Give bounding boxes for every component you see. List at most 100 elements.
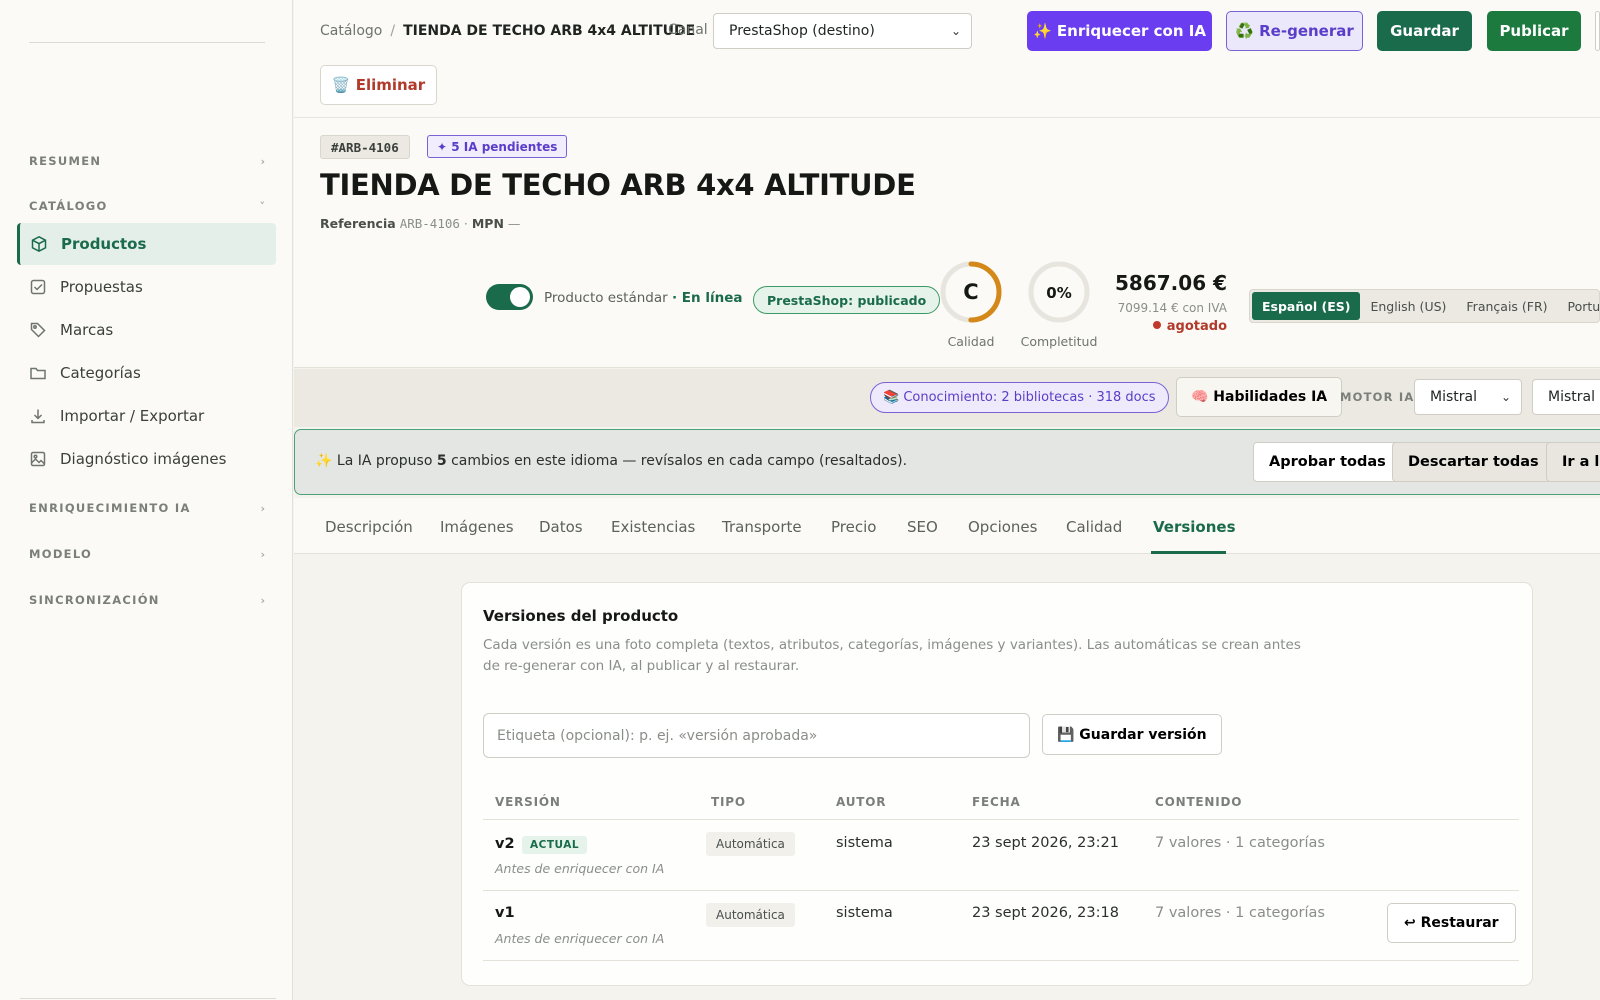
save-button[interactable]: Guardar (1377, 11, 1472, 51)
banner-prefix: La IA propuso (336, 453, 433, 469)
tab-transporte[interactable]: Transporte (722, 518, 802, 536)
regenerate-button[interactable]: ♻️ Re-generar (1226, 11, 1363, 51)
language-tab-en[interactable]: English (US) (1360, 292, 1456, 320)
restore-version-button[interactable]: ↩ Restaurar (1387, 903, 1516, 943)
tab-datos[interactable]: Datos (539, 518, 583, 536)
discard-all-button[interactable]: Descartar todas (1392, 442, 1555, 482)
approve-all-button[interactable]: Aprobar todas (1253, 442, 1402, 482)
version-date: 23 sept 2026, 23:18 (972, 905, 1119, 921)
go-to-button[interactable]: Ir a la (1546, 442, 1600, 482)
more-actions-button[interactable] (1595, 11, 1600, 51)
save-version-button[interactable]: 💾 Guardar versión (1042, 714, 1222, 755)
breadcrumb-root-link[interactable]: Catálogo (320, 23, 382, 39)
ia-pending-badge[interactable]: ✦ 5 IA pendientes (427, 135, 568, 158)
tab-precio[interactable]: Precio (831, 518, 876, 536)
sidebar-section-enriquecimiento-ia[interactable]: ENRIQUECIMIENTO IA › (29, 499, 265, 517)
active-tab-indicator (1151, 551, 1226, 554)
tab-existencias[interactable]: Existencias (611, 518, 695, 536)
section-label: ENRIQUECIMIENTO IA (29, 501, 191, 515)
chevron-down-icon: ˅ (259, 199, 266, 213)
current-version-badge: ACTUAL (522, 836, 588, 854)
sidebar-item-propuestas[interactable]: Propuestas (17, 266, 276, 308)
reference-label: Referencia (320, 216, 396, 231)
product-status-label: Producto estándar · En línea (544, 290, 742, 306)
image-icon (29, 450, 47, 468)
sidebar-section-resumen[interactable]: RESUMEN › (29, 152, 265, 170)
table-divider (483, 890, 1519, 891)
model-select[interactable]: Mistral L (1532, 379, 1600, 415)
sidebar-section-catalogo[interactable]: CATÁLOGO ˅ (29, 197, 265, 215)
sidebar-item-diagnostico-imagenes[interactable]: Diagnóstico imágenes (17, 438, 276, 480)
table-divider (483, 960, 1519, 961)
canal-label: Canal (668, 22, 708, 38)
sidebar-item-categorias[interactable]: Categorías (17, 352, 276, 394)
version-number: v1 (495, 905, 515, 921)
sparkles-icon: ✨ (315, 453, 333, 469)
channel-status-badge: PrestaShop: publicado (753, 286, 941, 314)
completeness-label: Completitud (1020, 334, 1098, 349)
price: 5867.06 € (1115, 271, 1227, 295)
version-type-badge: Automática (706, 903, 795, 927)
mpn-value: — (507, 216, 521, 231)
meta-separator: · (463, 216, 468, 231)
sidebar-item-marcas[interactable]: Marcas (17, 309, 276, 351)
tab-versiones[interactable]: Versiones (1153, 518, 1236, 536)
quality-grade: C (963, 280, 978, 304)
sidebar-item-label: Categorías (60, 364, 141, 382)
chevron-right-icon: › (260, 547, 265, 561)
mpn-label: MPN (471, 216, 504, 231)
enrich-ai-button[interactable]: ✨ Enriquecer con IA (1027, 11, 1212, 51)
sidebar-item-label: Marcas (60, 321, 114, 339)
product-header: #ARB-4106 ✦ 5 IA pendientes TIENDA DE TE… (294, 118, 1600, 368)
motor-ia-select[interactable]: Mistral ⌄ (1414, 379, 1522, 415)
price-with-tax: 7099.14 € con IVA (1117, 301, 1227, 315)
tab-imagenes[interactable]: Imágenes (440, 518, 514, 536)
sidebar-item-productos[interactable]: Productos (17, 223, 276, 265)
publish-button[interactable]: Publicar (1487, 11, 1581, 51)
quality-gauge: C (940, 261, 1002, 323)
versions-title: Versiones del producto (483, 607, 679, 625)
version-author: sistema (836, 835, 893, 851)
sidebar-item-label: Diagnóstico imágenes (60, 450, 227, 468)
tab-calidad[interactable]: Calidad (1066, 518, 1122, 536)
canal-select[interactable]: PrestaShop (destino) ⌄ (713, 13, 972, 49)
section-label: SINCRONIZACIÓN (29, 593, 160, 607)
folder-icon (29, 364, 47, 382)
sidebar-item-importar-exportar[interactable]: Importar / Exportar (17, 395, 276, 437)
version-label-input[interactable] (483, 713, 1030, 758)
section-label: CATÁLOGO (29, 199, 108, 213)
online-toggle[interactable] (486, 284, 533, 310)
sidebar-section-sincronizacion[interactable]: SINCRONIZACIÓN › (29, 591, 265, 609)
versions-card: Versiones del producto Cada versión es u… (461, 582, 1533, 986)
product-reference: Referencia ARB-4106 · MPN — (320, 216, 520, 231)
language-tab-pt[interactable]: Portu (1558, 292, 1599, 320)
download-icon (29, 407, 47, 425)
sidebar-item-label: Importar / Exportar (60, 407, 205, 425)
tab-seo[interactable]: SEO (907, 518, 938, 536)
sidebar-section-modelo[interactable]: MODELO › (29, 545, 265, 563)
ai-skills-button[interactable]: 🧠 Habilidades IA (1176, 377, 1343, 417)
section-label: RESUMEN (29, 154, 102, 168)
sidebar-divider (29, 42, 265, 43)
chevron-right-icon: › (260, 593, 265, 607)
delete-button[interactable]: 🗑️ Eliminar (320, 65, 437, 105)
tab-opciones[interactable]: Opciones (968, 518, 1037, 536)
stock-status-text: agotado (1166, 319, 1227, 334)
column-header-contenido: CONTENIDO (1155, 795, 1243, 809)
product-type: Producto estándar (544, 290, 668, 306)
stock-dot-icon (1152, 321, 1161, 329)
column-header-autor: AUTOR (836, 795, 887, 809)
version-number: v2 (495, 836, 515, 852)
tab-descripcion[interactable]: Descripción (325, 518, 413, 536)
version-author: sistema (836, 905, 893, 921)
language-tab-es[interactable]: Español (ES) (1252, 292, 1361, 320)
table-divider (483, 819, 1519, 820)
banner-message: ✨ La IA propuso 5 cambios en este idioma… (315, 453, 907, 469)
sku-badge: #ARB-4106 (320, 135, 410, 159)
language-tab-fr[interactable]: Français (FR) (1456, 292, 1557, 320)
banner-suffix: cambios en este idioma — revísalos en ca… (451, 453, 908, 469)
chevron-down-icon: ⌄ (1500, 390, 1511, 404)
main-content: Catálogo / TIENDA DE TECHO ARB 4x4 ALTIT… (294, 0, 1600, 1000)
knowledge-badge[interactable]: 📚 Conocimiento: 2 bibliotecas · 318 docs (870, 382, 1169, 413)
tag-icon (29, 321, 47, 339)
